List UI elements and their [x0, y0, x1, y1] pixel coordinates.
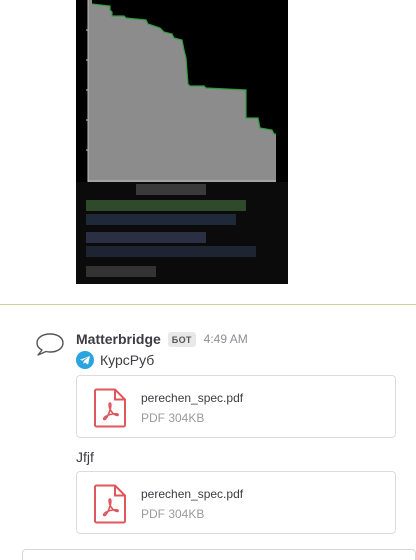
chart-graphic	[76, 0, 288, 182]
file-meta: PDF 304KB	[141, 411, 205, 425]
chat-bubble-icon	[36, 333, 64, 356]
pdf-file-icon	[94, 484, 126, 524]
pdf-file-icon	[94, 388, 126, 428]
message-text: Jfjf	[76, 449, 94, 465]
file-name[interactable]: perechen_spec.pdf	[141, 391, 243, 405]
telegram-icon	[76, 351, 94, 369]
message-source: КурсРуб	[76, 351, 154, 369]
attached-chart-image[interactable]	[76, 0, 288, 284]
file-attachment[interactable]: perechen_spec.pdf PDF 304KB	[76, 375, 396, 438]
file-attachment[interactable]: perechen_spec.pdf PDF 304KB	[76, 471, 396, 534]
file-meta: PDF 304KB	[141, 507, 205, 521]
username[interactable]: Matterbridge	[76, 331, 161, 347]
timestamp[interactable]: 4:49 AM	[204, 332, 248, 346]
message-header: Matterbridge БОТ 4:49 AM	[76, 330, 248, 348]
bot-badge: БОТ	[167, 331, 196, 347]
pixelated-region	[76, 182, 288, 284]
message-input[interactable]	[22, 549, 416, 560]
file-name[interactable]: perechen_spec.pdf	[141, 487, 243, 501]
new-messages-divider	[0, 304, 416, 305]
source-name: КурсРуб	[100, 352, 155, 368]
